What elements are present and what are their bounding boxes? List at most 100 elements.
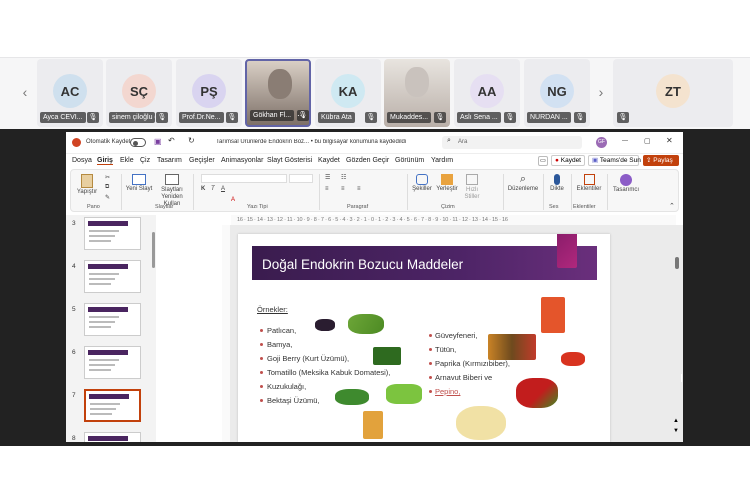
align-right-icon[interactable]: ≡ xyxy=(357,186,361,192)
participant-tile[interactable]: Gökhan Fl... 🎙 ⋯ xyxy=(245,59,311,127)
avatar[interactable]: GF xyxy=(596,137,607,148)
scroll-down-icon[interactable]: ▼ xyxy=(673,428,679,434)
examples-label[interactable]: Örnekler: xyxy=(257,305,288,314)
record-button[interactable]: ● Kaydet xyxy=(551,155,585,166)
slide-thumbnail[interactable] xyxy=(84,346,141,379)
align-center-icon[interactable]: ≡ xyxy=(341,186,345,192)
menu-item[interactable]: Tasarım xyxy=(157,157,182,164)
bullets-icon[interactable]: ☰ xyxy=(325,174,330,181)
slide-thumbnail[interactable] xyxy=(84,217,141,250)
underline-button[interactable]: A xyxy=(221,186,225,192)
close-icon[interactable]: ✕ xyxy=(666,136,673,145)
thumbnail-title-bar xyxy=(88,307,128,312)
thumbnail-line xyxy=(89,230,119,232)
comment-icon[interactable]: ▭ xyxy=(538,156,548,166)
powerpoint-icon xyxy=(72,138,81,147)
menu-item[interactable]: Geçişler xyxy=(189,157,215,164)
participant-tile[interactable]: KA Kübra Ata 🎙 xyxy=(315,59,381,127)
menu-item[interactable]: Gözden Geçir xyxy=(346,157,389,164)
menu-item[interactable]: Dosya xyxy=(72,157,92,164)
left-bullet-item[interactable]: Bektaşi Üzümü, xyxy=(267,396,320,405)
slide-icon xyxy=(132,174,146,185)
mic-muted-icon: 🎙 xyxy=(365,112,377,123)
right-bullet-item[interactable]: Tütün, xyxy=(435,345,456,354)
slide-thumbnail[interactable] xyxy=(84,260,141,293)
share-button[interactable]: ⇪ Paylaş xyxy=(643,155,679,166)
format-painter-icon[interactable]: ✎ xyxy=(105,194,110,201)
chevron-left-icon[interactable]: ‹ xyxy=(18,83,32,101)
dictate-button[interactable]: Dikte xyxy=(547,173,567,192)
search-input[interactable]: ⌕ Ara xyxy=(442,136,582,149)
font-family-select[interactable] xyxy=(201,174,287,183)
left-bullet-item[interactable]: Tomatillo (Meksika Kabuk Domatesi), xyxy=(267,368,390,377)
cut-icon[interactable]: ✂ xyxy=(105,174,110,181)
arrange-button[interactable]: Yerleştir xyxy=(435,173,459,192)
thumbnail-title-bar xyxy=(88,221,128,226)
slide-number: 7 xyxy=(72,392,76,399)
minimize-icon[interactable]: — xyxy=(622,138,628,144)
right-bullet-item[interactable]: Arnavut Biberi ve xyxy=(435,373,492,382)
reuse-slides-button[interactable]: Slaytları Yeniden Kullan xyxy=(155,173,189,208)
menu-item[interactable]: Görünüm xyxy=(395,157,424,164)
more-options-icon[interactable]: ⋯ xyxy=(297,111,305,120)
participant-tile[interactable]: AC Ayca CEVI... 🎙 xyxy=(37,59,103,127)
align-left-icon[interactable]: ≡ xyxy=(325,186,329,192)
maximize-icon[interactable]: ▢ xyxy=(644,137,651,145)
addins-button[interactable]: Eklentiler xyxy=(575,173,603,192)
thumbnail-title-bar xyxy=(88,436,128,441)
thumbnail-line xyxy=(89,283,111,285)
right-bullet-item[interactable]: Pepino, xyxy=(435,387,460,396)
paste-button[interactable]: Yapıştır xyxy=(75,173,99,201)
slide-title[interactable]: Doğal Endokrin Bozucu Maddeler xyxy=(262,257,463,272)
chevron-right-icon[interactable]: › xyxy=(594,83,608,101)
participant-tile[interactable]: NG NURDAN ... 🎙 xyxy=(524,59,590,127)
menu-item[interactable]: Yardım xyxy=(431,157,453,164)
slide-thumbnail[interactable] xyxy=(84,432,141,442)
save-icon[interactable]: ▣ xyxy=(154,137,162,146)
left-bullet-item[interactable]: Bamya, xyxy=(267,340,292,349)
menu-item[interactable]: Animasyonlar xyxy=(221,157,263,164)
collapse-ribbon-icon[interactable]: ⌃ xyxy=(669,202,675,210)
autosave-toggle[interactable] xyxy=(130,138,146,147)
teams-present-button[interactable]: ▣ Teams'de Sun xyxy=(588,155,641,166)
left-bullet-item[interactable]: Kuzukulağı, xyxy=(267,382,306,391)
copy-icon[interactable]: ⧉ xyxy=(105,184,109,191)
quick-styles-button[interactable]: Hızlı Stiller xyxy=(461,173,483,201)
designer-button[interactable]: Tasarımcı xyxy=(611,173,641,193)
participant-tile[interactable]: ZT 🎙 xyxy=(613,59,733,127)
shapes-button[interactable]: Şekiller xyxy=(411,173,433,192)
menu-item[interactable]: Giriş xyxy=(97,157,113,165)
participant-tile[interactable]: PŞ Prof.Dr.Ne... 🎙 xyxy=(176,59,242,127)
bullet-dot xyxy=(260,399,263,402)
menu-item[interactable]: Ekle xyxy=(120,157,134,164)
participant-tile[interactable]: AA Aslı Sena ... 🎙 xyxy=(454,59,520,127)
canvas-scrollbar[interactable] xyxy=(675,257,679,269)
editing-button[interactable]: ⌕ Düzenleme xyxy=(507,173,539,192)
slide-thumbnail[interactable] xyxy=(84,303,141,336)
menu-item[interactable]: Çiz xyxy=(140,157,150,164)
redo-icon[interactable]: ↻ xyxy=(188,136,195,145)
new-slide-button[interactable]: Yeni Slayt xyxy=(125,173,153,192)
font-size-select[interactable] xyxy=(289,174,313,183)
numbering-icon[interactable]: ☷ xyxy=(341,174,346,181)
right-bullet-item[interactable]: Güveyfeneri, xyxy=(435,331,478,340)
right-bullet-item[interactable]: Paprika (Kırmızıbiber), xyxy=(435,359,510,368)
quick-styles-label: Hızlı Stiller xyxy=(464,187,480,200)
group-label: Ses xyxy=(549,204,559,210)
menu-item[interactable]: Kaydet xyxy=(318,157,340,164)
left-bullet-item[interactable]: Patlıcan, xyxy=(267,326,296,335)
participant-tile[interactable]: SÇ sinem çiloğlu (...🎙 xyxy=(106,59,172,127)
divider xyxy=(503,174,504,210)
thumbnail-line xyxy=(90,403,120,405)
participant-tile[interactable]: Mukaddes... 🎙 xyxy=(384,59,450,127)
slide-thumbnail[interactable] xyxy=(84,389,141,422)
font-color-button[interactable]: A xyxy=(231,197,235,203)
menu-item[interactable]: Slayt Gösterisi xyxy=(267,157,312,164)
left-bullet-item[interactable]: Goji Berry (Kurt Üzümü), xyxy=(267,354,349,363)
undo-icon[interactable]: ↶ xyxy=(168,136,175,145)
ribbon: Yapıştır ✂ ⧉ ✎ Yeni Slayt Slaytları Yeni… xyxy=(70,169,679,212)
italic-button[interactable]: T xyxy=(211,186,215,192)
bold-button[interactable]: K xyxy=(201,186,205,192)
scroll-up-icon[interactable]: ▲ xyxy=(673,418,679,424)
thumbnail-scrollbar[interactable] xyxy=(152,232,155,268)
